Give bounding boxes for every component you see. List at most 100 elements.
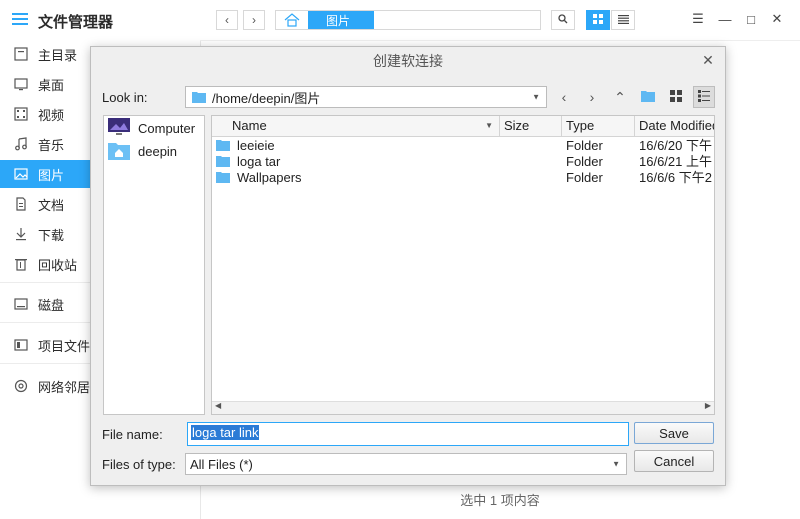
window-menu-button[interactable]: ☰ <box>690 11 706 27</box>
look-in-combo[interactable]: /home/deepin/图片 ▼ <box>185 86 547 108</box>
file-date: 16/6/6 下午2 <box>639 170 712 185</box>
breadcrumb[interactable]: 图片 <box>275 10 541 30</box>
status-bar: 选中 1 项内容 <box>460 493 540 508</box>
trash-icon <box>14 257 28 271</box>
parent-directory-button[interactable]: ⌃ <box>609 86 631 108</box>
sidebar-item-label: 项目文件 <box>38 338 91 354</box>
chevron-left-icon: ‹ <box>225 13 229 27</box>
home-folder-icon <box>108 140 130 163</box>
search-button[interactable] <box>551 10 575 30</box>
file-name: Wallpapers <box>237 170 302 185</box>
forward-button[interactable]: › <box>581 86 603 108</box>
video-icon <box>14 107 28 121</box>
minimize-icon: — <box>718 11 732 27</box>
files-of-type-combo[interactable]: All Files (*) ▼ <box>185 453 627 475</box>
search-icon <box>558 13 568 27</box>
column-header-type[interactable]: Type <box>562 116 635 136</box>
chevron-right-icon: › <box>589 89 595 105</box>
dialog-title: 创建软连接 <box>373 53 443 69</box>
place-label: Computer <box>138 120 196 136</box>
grid-icon <box>593 13 603 27</box>
grid-icon <box>670 89 682 105</box>
detail-view-icon <box>698 89 710 105</box>
menu-icon: ☰ <box>692 11 704 26</box>
download-icon <box>14 227 28 241</box>
file-date: 16/6/20 下午 <box>639 138 712 153</box>
files-of-type-label: Files of type: <box>102 457 176 472</box>
file-name-value: loga tar link <box>191 425 260 440</box>
list-icon <box>617 13 629 27</box>
file-name-label: File name: <box>102 427 163 442</box>
home-icon[interactable] <box>278 12 306 28</box>
desktop-icon <box>14 77 28 91</box>
file-name: leeieie <box>237 138 275 153</box>
file-row[interactable]: loga tar Folder 16/6/21 上午 <box>212 154 714 170</box>
scroll-right-icon[interactable]: ▶ <box>705 401 711 410</box>
file-row[interactable]: leeieie Folder 16/6/20 下午 <box>212 138 714 154</box>
folder-icon <box>216 171 230 187</box>
dialog-close-button[interactable]: ✕ <box>701 53 715 67</box>
project-icon <box>14 338 28 352</box>
forward-button[interactable]: › <box>243 10 265 30</box>
breadcrumb-current[interactable]: 图片 <box>308 11 374 29</box>
sidebar-item-label: 音乐 <box>38 137 65 153</box>
home-icon <box>14 47 28 61</box>
place-computer[interactable]: Computer <box>108 117 195 139</box>
new-folder-button[interactable] <box>637 86 659 108</box>
document-icon <box>14 197 28 211</box>
list-view-button[interactable] <box>611 10 635 30</box>
chevron-down-icon: ▼ <box>532 92 540 102</box>
file-name: loga tar <box>237 154 281 169</box>
sidebar-item-label: 网络邻居 <box>38 379 91 395</box>
picture-icon <box>14 167 28 181</box>
back-button[interactable]: ‹ <box>216 10 238 30</box>
list-mode-button[interactable] <box>665 86 687 108</box>
horizontal-scrollbar[interactable]: ◀ ▶ <box>212 401 714 414</box>
cancel-button[interactable]: Cancel <box>634 450 714 472</box>
file-type: Folder <box>566 154 603 169</box>
file-name-input[interactable]: loga tar link <box>187 422 629 446</box>
sidebar-item-label: 下载 <box>38 227 65 243</box>
file-type: Folder <box>566 170 603 185</box>
scroll-left-icon[interactable]: ◀ <box>215 401 221 410</box>
sidebar-item-label: 磁盘 <box>38 297 65 313</box>
sort-desc-icon: ▼ <box>485 121 493 130</box>
app-title-label: 文件管理器 <box>38 13 114 31</box>
close-icon: ✕ <box>771 11 783 26</box>
folder-icon <box>216 139 230 155</box>
sidebar-item-label: 文档 <box>38 197 65 213</box>
sidebar-item-label: 桌面 <box>38 77 65 93</box>
close-icon: ✕ <box>702 52 714 68</box>
look-in-value: /home/deepin/图片 <box>212 90 321 106</box>
chevron-up-icon: ⌃ <box>614 88 626 105</box>
maximize-button[interactable]: □ <box>743 11 759 27</box>
place-label: deepin <box>138 143 178 159</box>
column-header-date[interactable]: Date Modified <box>635 116 714 136</box>
disk-icon <box>14 297 28 311</box>
file-type: Folder <box>566 138 603 153</box>
network-icon <box>14 379 28 393</box>
sidebar-item-label: 回收站 <box>38 257 78 273</box>
computer-icon <box>108 117 130 139</box>
column-header-name[interactable]: Name ▼ <box>212 116 500 136</box>
places-sidebar: Computer deepin <box>103 115 205 415</box>
maximize-icon: □ <box>747 11 755 27</box>
chevron-down-icon: ▼ <box>612 459 620 469</box>
close-window-button[interactable]: ✕ <box>769 11 785 27</box>
look-in-label: Look in: <box>102 90 148 105</box>
create-symlink-dialog: 创建软连接 ✕ Look in: /home/deepin/图片 ▼ ‹ › ⌃… <box>90 46 726 486</box>
detail-mode-button[interactable] <box>693 86 715 108</box>
files-of-type-value: All Files (*) <box>190 456 253 472</box>
sidebar-item-label: 主目录 <box>38 47 78 63</box>
sidebar-item-label: 图片 <box>38 167 65 183</box>
menu-icon[interactable] <box>12 12 28 30</box>
back-button[interactable]: ‹ <box>553 86 575 108</box>
icon-view-button[interactable] <box>586 10 610 30</box>
file-date: 16/6/21 上午 <box>639 154 712 169</box>
save-button[interactable]: Save <box>634 422 714 444</box>
file-row[interactable]: Wallpapers Folder 16/6/6 下午2 <box>212 170 714 186</box>
place-deepin[interactable]: deepin <box>108 140 177 162</box>
folder-icon <box>641 89 655 105</box>
column-header-size[interactable]: Size <box>500 116 562 136</box>
minimize-button[interactable]: — <box>717 11 733 27</box>
